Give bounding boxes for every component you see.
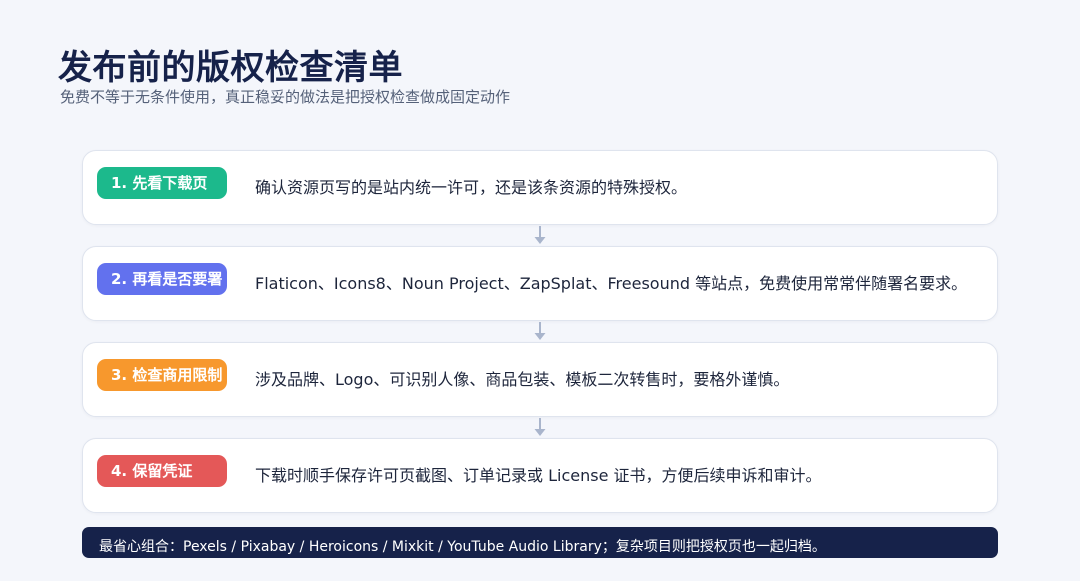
step-1-badge: 1. 先看下载页 <box>97 167 227 199</box>
step-2-text: Flaticon、Icons8、Noun Project、ZapSplat、Fr… <box>255 274 968 293</box>
footer-text: 最省心组合：Pexels / Pixabay / Heroicons / Mix… <box>99 539 826 555</box>
checklist-step-4: 4. 保留凭证 下载时顺手保存许可页截图、订单记录或 License 证书，方便… <box>82 438 998 513</box>
page-title: 发布前的版权检查清单 <box>58 48 403 88</box>
footer-banner: 最省心组合：Pexels / Pixabay / Heroicons / Mix… <box>82 527 998 558</box>
arrow-down-icon <box>534 322 546 340</box>
step-1-text: 确认资源页写的是站内统一许可，还是该条资源的特殊授权。 <box>255 178 688 197</box>
step-3-text: 涉及品牌、Logo、可识别人像、商品包装、模板二次转售时，要格外谨慎。 <box>255 370 790 389</box>
checklist-step-2: 2. 再看是否要署 Flaticon、Icons8、Noun Project、Z… <box>82 246 998 321</box>
step-3-badge: 3. 检查商用限制 <box>97 359 227 391</box>
step-4-text: 下载时顺手保存许可页截图、订单记录或 License 证书，方便后续申诉和审计。 <box>255 466 822 485</box>
page-subtitle: 免费不等于无条件使用，真正稳妥的做法是把授权检查做成固定动作 <box>60 88 511 106</box>
checklist-step-3: 3. 检查商用限制 涉及品牌、Logo、可识别人像、商品包装、模板二次转售时，要… <box>82 342 998 417</box>
arrow-down-icon <box>534 226 546 244</box>
arrow-down-icon <box>534 418 546 436</box>
step-4-badge: 4. 保留凭证 <box>97 455 227 487</box>
checklist-step-1: 1. 先看下载页 确认资源页写的是站内统一许可，还是该条资源的特殊授权。 <box>82 150 998 225</box>
step-2-badge: 2. 再看是否要署 <box>97 263 227 295</box>
